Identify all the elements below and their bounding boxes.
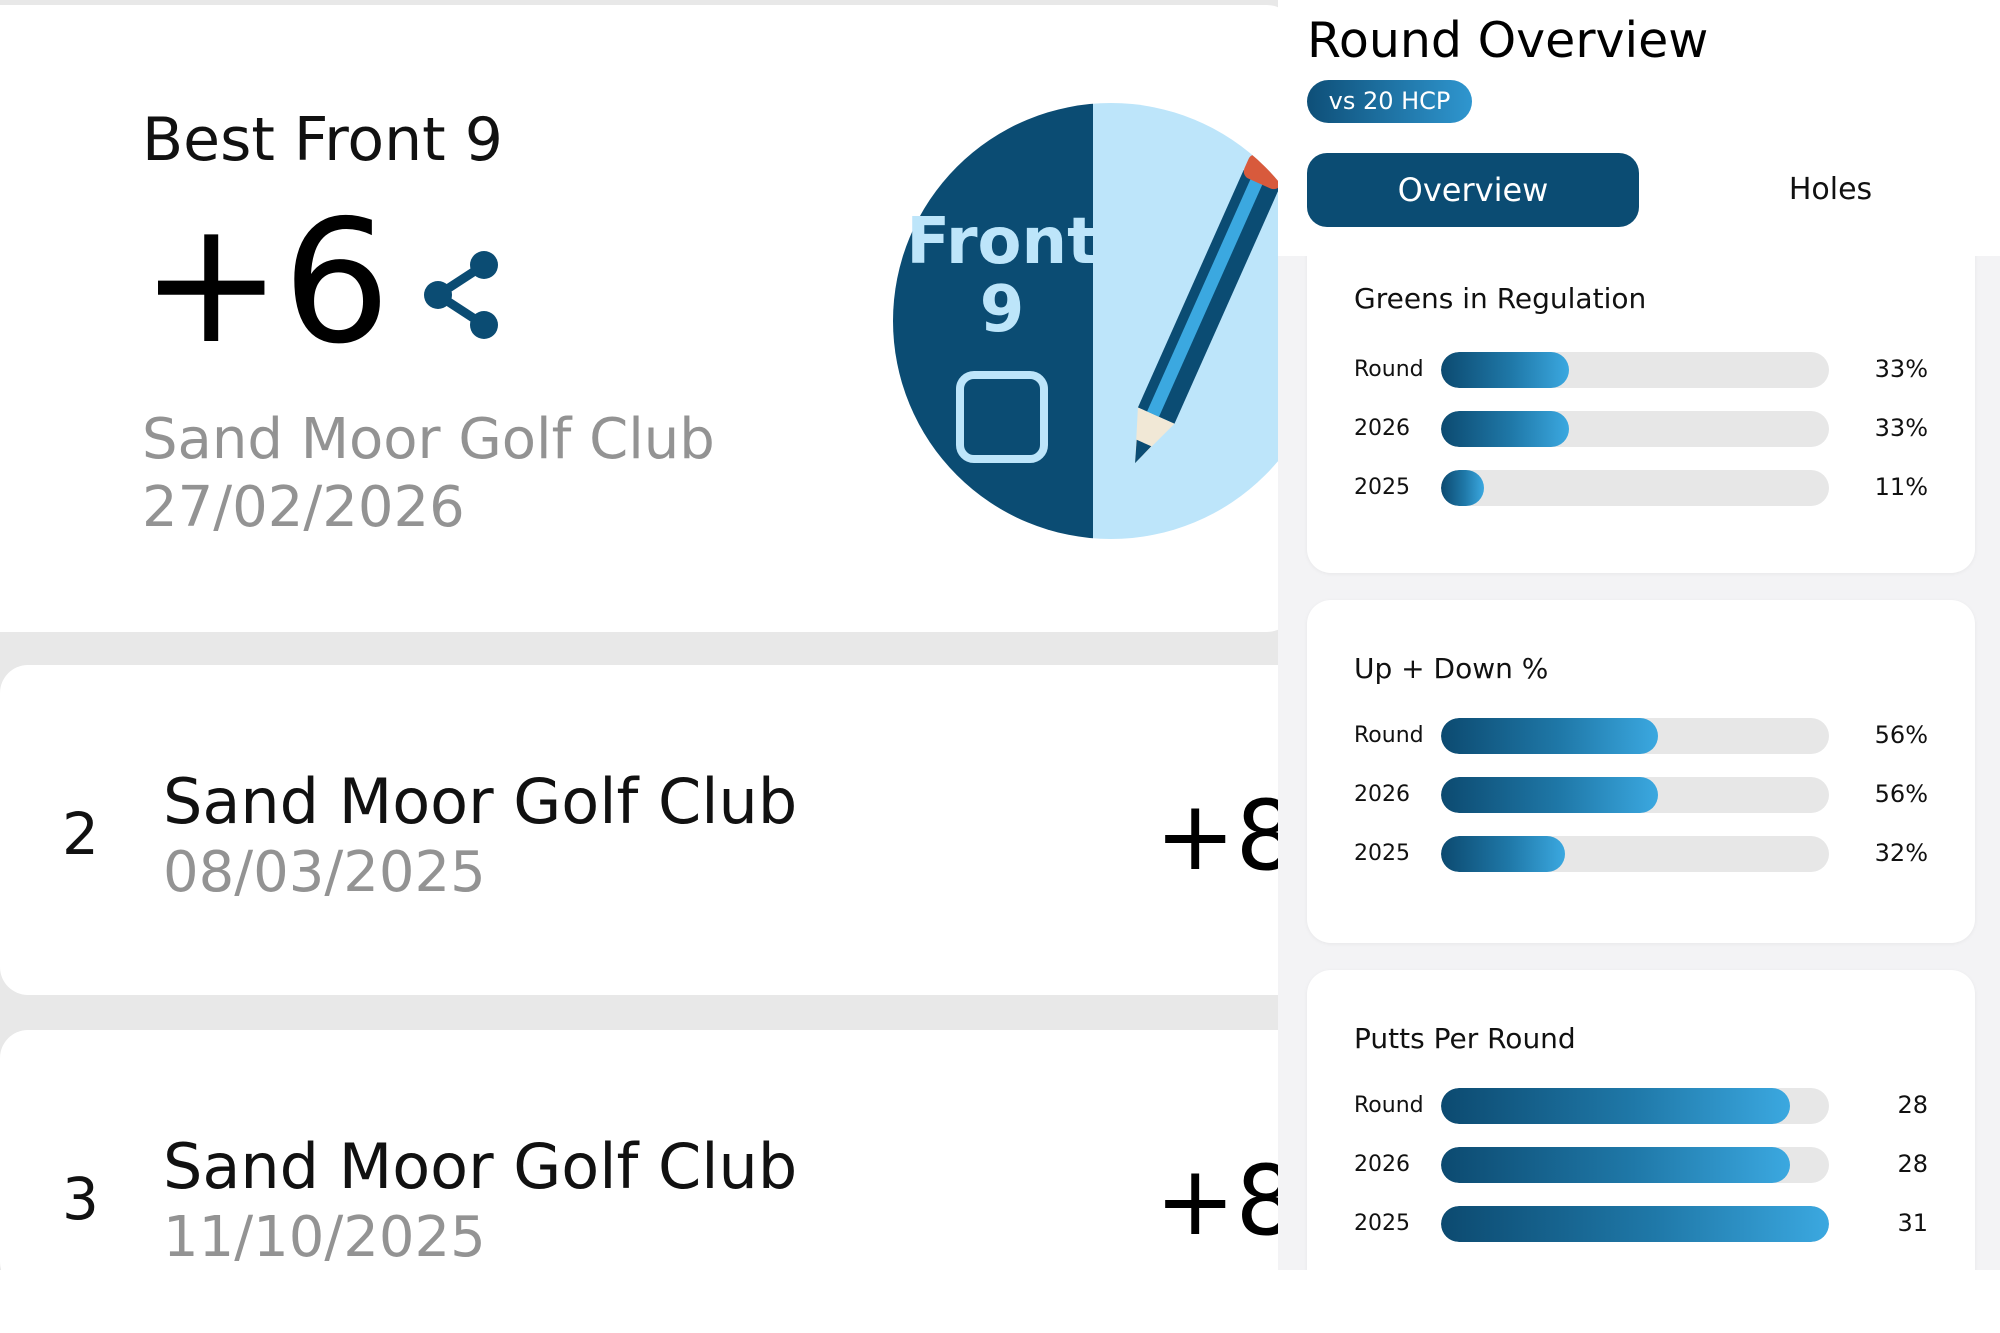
ranking-row[interactable]: 2 Sand Moor Golf Club 08/03/2025 +8 [0,665,1278,995]
rankings-panel: Best Front 9 +6 Sand Moor Golf Club 27/0… [0,0,1278,1270]
badge-front-text: Front [906,205,1097,279]
stat-bar-fill [1441,1088,1791,1124]
best-round-date: 27/02/2026 [142,475,465,540]
stat-bar-track [1441,777,1829,813]
ranking-number: 3 [62,1165,99,1233]
ranking-date: 11/10/2025 [163,1205,486,1270]
best-round-score: +6 [140,184,391,382]
stat-row-value: 33% [1874,414,1928,442]
stat-row-label: 2025 [1354,475,1410,500]
stat-row: Round 33% [1307,350,1975,390]
front-nine-scorecard-pencil-icon: Front 9 [893,103,1278,539]
stat-row: 2026 28 [1307,1145,1975,1185]
stat-row-label: 2026 [1354,782,1410,807]
page-title: Round Overview [1307,12,1709,69]
stat-card-title: Putts Per Round [1354,1022,1576,1055]
stat-row: Round 28 [1307,1086,1975,1126]
stat-card-up-and-down: Up + Down % Round 56% 2026 56% 2025 32% [1307,600,1975,943]
stat-row-value: 31 [1897,1209,1928,1237]
stat-bar-track [1441,836,1829,872]
stat-row: 2025 11% [1307,468,1975,508]
stat-row-label: Round [1354,723,1424,748]
stat-row-label: Round [1354,1093,1424,1118]
stat-bar-track [1441,411,1829,447]
stat-row-label: 2025 [1354,841,1410,866]
ranking-score: +8 [1155,780,1278,892]
stat-row-label: 2026 [1354,1152,1410,1177]
stat-row: 2026 33% [1307,409,1975,449]
stat-card-putts-per-round: Putts Per Round Round 28 2026 28 2025 31 [1307,970,1975,1270]
stat-row-value: 28 [1897,1091,1928,1119]
badge-nine-text: 9 [980,273,1025,347]
stat-row: Round 56% [1307,716,1975,756]
best-round-club: Sand Moor Golf Club [142,407,715,472]
stat-bar-track [1441,1147,1829,1183]
ranking-club: Sand Moor Golf Club [163,765,798,838]
stat-bar-fill [1441,352,1570,388]
stat-row-label: Round [1354,357,1424,382]
tab-overview[interactable]: Overview [1307,153,1639,227]
stat-row: 2026 56% [1307,775,1975,815]
ranking-number: 2 [62,800,99,868]
stat-row: 2025 32% [1307,834,1975,874]
ranking-date: 08/03/2025 [163,840,486,905]
stat-row: 2025 31 [1307,1204,1975,1244]
stat-row-value: 11% [1874,473,1928,501]
stat-row-value: 32% [1874,839,1928,867]
stat-bar-track [1441,1088,1829,1124]
stat-bar-track [1441,1206,1829,1242]
stat-row-value: 33% [1874,355,1928,383]
best-round-card[interactable]: Best Front 9 +6 Sand Moor Golf Club 27/0… [0,5,1278,632]
stat-bar-fill [1441,1206,1829,1242]
stat-bar-fill [1441,470,1484,506]
stat-row-value: 56% [1874,721,1928,749]
stat-bar-track [1441,352,1829,388]
stat-bar-fill [1441,411,1570,447]
stat-bar-fill [1441,777,1659,813]
overview-header: Round Overview vs 20 HCP Overview Holes [1278,0,2000,256]
hcp-comparison-badge[interactable]: vs 20 HCP [1307,80,1472,123]
stat-row-value: 56% [1874,780,1928,808]
stat-card-greens-in-regulation: Greens in Regulation Round 33% 2026 33% … [1307,205,1975,573]
stat-bar-fill [1441,1147,1791,1183]
ranking-score: +8 [1155,1145,1278,1257]
share-icon[interactable] [418,249,506,341]
stat-card-title: Up + Down % [1354,652,1549,685]
round-overview-panel: Round Overview vs 20 HCP Overview Holes … [1278,0,2000,1270]
stat-row-label: 2025 [1354,1211,1410,1236]
ranking-row[interactable]: 3 Sand Moor Golf Club 11/10/2025 +8 [0,1030,1278,1270]
stat-bar-track [1441,718,1829,754]
stat-card-title: Greens in Regulation [1354,282,1647,315]
stat-row-value: 28 [1897,1150,1928,1178]
ranking-club: Sand Moor Golf Club [163,1130,798,1203]
stat-bar-track [1441,470,1829,506]
stat-bar-fill [1441,718,1659,754]
best-round-title: Best Front 9 [142,105,503,175]
stat-row-label: 2026 [1354,416,1410,441]
tab-holes[interactable]: Holes [1718,153,1943,227]
stat-bar-fill [1441,836,1566,872]
